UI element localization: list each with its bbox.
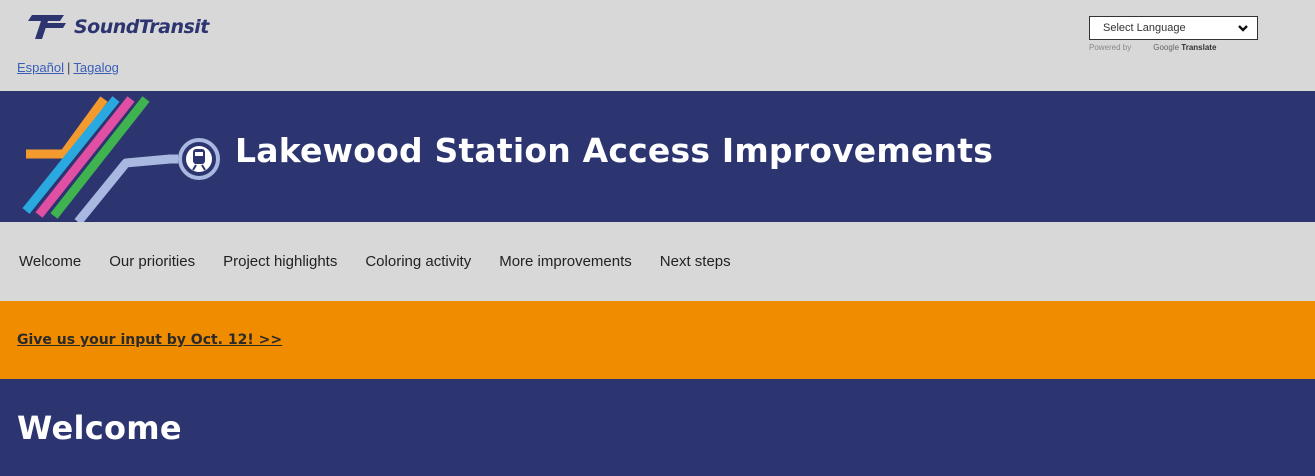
nav-item-next-steps[interactable]: Next steps [660,253,731,270]
welcome-heading: Welcome [17,408,182,447]
google-translate-link[interactable]: Google Translate [1153,43,1216,52]
lang-separator: | [66,60,71,75]
sound-transit-logo[interactable]: SoundTransit [26,13,209,41]
language-select[interactable]: Select Language [1089,16,1258,40]
sound-transit-logo-icon [28,15,66,39]
nav-item-coloring-activity[interactable]: Coloring activity [365,253,471,270]
input-deadline-banner: Give us your input by Oct. 12! >> [0,301,1315,379]
language-select-label: Select Language [1103,22,1186,34]
powered-by-label: Powered by [1089,43,1132,52]
google-translate-widget: Select Language Powered by Google Transl… [1089,16,1258,52]
welcome-section: Welcome [0,379,1315,476]
page-banner: Lakewood Station Access Improvements [0,91,1315,222]
top-bar: SoundTransit Español | Tagalog Select Lang… [0,0,1315,91]
nav-item-welcome[interactable]: Welcome [19,253,81,270]
main-navigation: Welcome Our priorities Project highlight… [0,222,1315,301]
google-label: Google [1153,43,1180,52]
espanol-link[interactable]: Español [17,60,64,75]
nav-item-more-improvements[interactable]: More improvements [499,253,632,270]
logo-text: SoundTransit [74,16,209,38]
page-title: Lakewood Station Access Improvements [235,131,994,170]
nav-item-project-highlights[interactable]: Project highlights [223,253,337,270]
nav-item-our-priorities[interactable]: Our priorities [109,253,195,270]
powered-by: Powered by Google Translate [1089,43,1258,52]
give-input-link[interactable]: Give us your input by Oct. 12! >> [17,332,282,348]
transit-lines-graphic [22,96,220,222]
tagalog-link[interactable]: Tagalog [73,60,119,75]
chevron-down-icon [1238,25,1248,32]
language-links: Español | Tagalog [17,60,119,75]
translate-label: Translate [1181,43,1217,52]
